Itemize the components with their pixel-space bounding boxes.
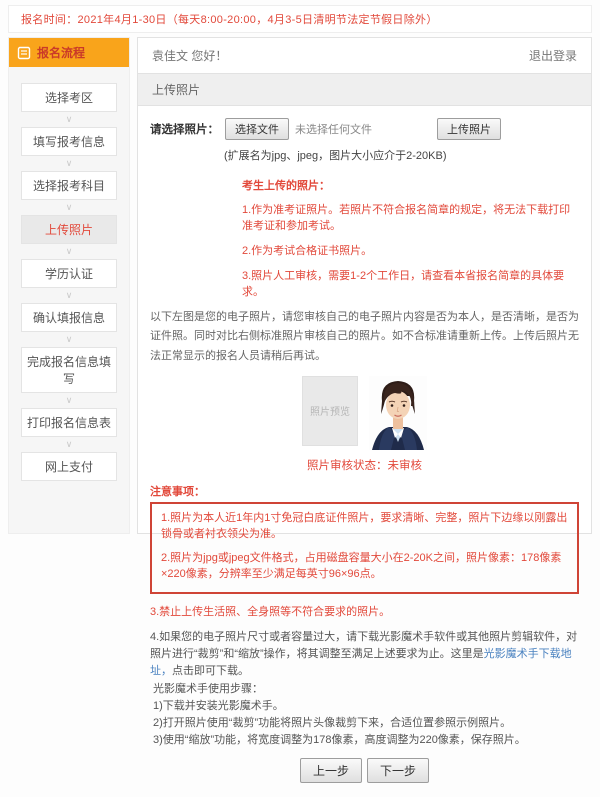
sidebar-item-upload-photo[interactable]: 上传照片 (21, 215, 117, 244)
chevron-down-icon: ∨ (21, 393, 117, 408)
registration-time-notice: 报名时间：2021年4月1-30日（每天8:00-20:00，4月3-5日清明节… (8, 5, 592, 33)
file-status-text: 未选择任何文件 (295, 121, 372, 137)
photo-preview-placeholder: 照片预览 (310, 403, 350, 418)
chevron-down-icon: ∨ (21, 437, 117, 452)
choose-photo-label: 请选择照片： (150, 121, 219, 137)
chevron-down-icon: ∨ (21, 288, 117, 303)
next-step-button[interactable]: 下一步 (367, 758, 429, 783)
chevron-down-icon: ∨ (21, 112, 117, 127)
photo-review-status: 照片审核状态：未审核 (150, 457, 579, 473)
prev-step-button[interactable]: 上一步 (300, 758, 362, 783)
notice-highlight-box: 1.照片为本人近1年内1寸免冠白底证件照片，要求清晰、完整，照片下边缘以刚露出锁… (150, 502, 579, 594)
sidebar-item-online-payment[interactable]: 网上支付 (21, 452, 117, 481)
sidebar-item-select-subjects[interactable]: 选择报考科目 (21, 171, 117, 200)
notice-item-4: 4.如果您的电子照片尺寸或者容量过大，请下载光影魔术手软件或其他照片剪辑软件，对… (150, 629, 579, 680)
notice-item-2: 2.照片为jpg或jpeg文件格式，占用磁盘容量大小在2-20K之间，照片像素：… (161, 550, 568, 583)
standard-photo (369, 376, 427, 450)
section-title: 上传照片 (138, 73, 591, 106)
sidebar-item-print-form[interactable]: 打印报名信息表 (21, 408, 117, 437)
upload-note-3: 3.照片人工审核，需要1-2个工作日，请查看本省报名简章的具体要求。 (242, 267, 579, 299)
magic-steps-title: 光影魔术手使用步骤： (150, 681, 579, 698)
sidebar-title: 报名流程 (37, 44, 85, 61)
sidebar-item-complete-info[interactable]: 完成报名信息填写 (21, 347, 117, 393)
upload-note-1: 1.作为准考证照片。若照片不符合报名简章的规定，将无法下载打印准考证和参加考试。 (242, 201, 579, 233)
notice-item-1: 1.照片为本人近1年内1寸免冠白底证件照片，要求清晰、完整，照片下边缘以刚露出锁… (161, 510, 568, 543)
sidebar-registration-steps: 报名流程 选择考区 ∨ 填写报考信息 ∨ 选择报考科目 ∨ 上传照片 ∨ 学历认… (8, 37, 130, 534)
upload-content: 请选择照片： 选择文件 未选择任何文件 上传照片 (扩展名为jpg、jpeg，图… (138, 106, 591, 797)
sidebar-item-select-exam-area[interactable]: 选择考区 (21, 83, 117, 112)
magic-step-1: 1)下载并安装光影魔术手。 (150, 698, 579, 715)
notice-item-4-tail: 点击即可下载。 (172, 665, 249, 677)
form-icon (17, 46, 31, 60)
chevron-down-icon: ∨ (21, 244, 117, 259)
magic-step-2: 2)打开照片使用“裁剪”功能将照片头像裁剪下来，合适位置参照示例照片。 (150, 715, 579, 732)
magic-hand-steps: 光影魔术手使用步骤： 1)下载并安装光影魔术手。 2)打开照片使用“裁剪”功能将… (150, 681, 579, 749)
page-layout: 报名流程 选择考区 ∨ 填写报考信息 ∨ 选择报考科目 ∨ 上传照片 ∨ 学历认… (8, 37, 592, 534)
main-panel: 袁佳文 您好！ 退出登录 上传照片 请选择照片： 选择文件 未选择任何文件 上传… (137, 37, 592, 534)
magic-step-3: 3)使用“缩放”功能，将宽度调整为178像素，高度调整为220像素，保存照片。 (150, 732, 579, 749)
footer-buttons: 上一步 下一步 (150, 758, 579, 783)
photo-row: 照片预览 (150, 376, 579, 450)
upload-note-2: 2.作为考试合格证书照片。 (242, 242, 579, 258)
sidebar-item-education-verify[interactable]: 学历认证 (21, 259, 117, 288)
user-greeting: 袁佳文 您好！ (152, 47, 227, 64)
upload-notes-title: 考生上传的照片： (242, 177, 579, 193)
welcome-row: 袁佳文 您好！ 退出登录 (138, 38, 591, 73)
chevron-down-icon: ∨ (21, 332, 117, 347)
extension-hint: (扩展名为jpg、jpeg，图片大小应介于2-20KB) (224, 147, 579, 163)
notice-item-3: 3.禁止上传生活照、全身照等不符合要求的照片。 (150, 603, 579, 619)
sidebar-body: 选择考区 ∨ 填写报考信息 ∨ 选择报考科目 ∨ 上传照片 ∨ 学历认证 ∨ 确… (9, 67, 129, 497)
sidebar-item-fill-exam-info[interactable]: 填写报考信息 (21, 127, 117, 156)
logout-link[interactable]: 退出登录 (529, 47, 577, 64)
sidebar-item-confirm-info[interactable]: 确认填报信息 (21, 303, 117, 332)
notice-title: 注意事项： (150, 483, 579, 499)
choose-photo-row: 请选择照片： 选择文件 未选择任何文件 上传照片 (150, 118, 579, 140)
chevron-down-icon: ∨ (21, 156, 117, 171)
sidebar-header: 报名流程 (9, 38, 129, 67)
upload-notes: 考生上传的照片： 1.作为准考证照片。若照片不符合报名简章的规定，将无法下载打印… (242, 177, 579, 299)
upload-photo-button[interactable]: 上传照片 (437, 118, 501, 140)
photo-preview-box: 照片预览 (302, 376, 358, 446)
choose-file-button[interactable]: 选择文件 (225, 118, 289, 140)
chevron-down-icon: ∨ (21, 200, 117, 215)
compare-instructions: 以下左图是您的电子照片，请您审核自己的电子照片内容是否为本人，是否清晰，是否为证… (150, 308, 579, 366)
